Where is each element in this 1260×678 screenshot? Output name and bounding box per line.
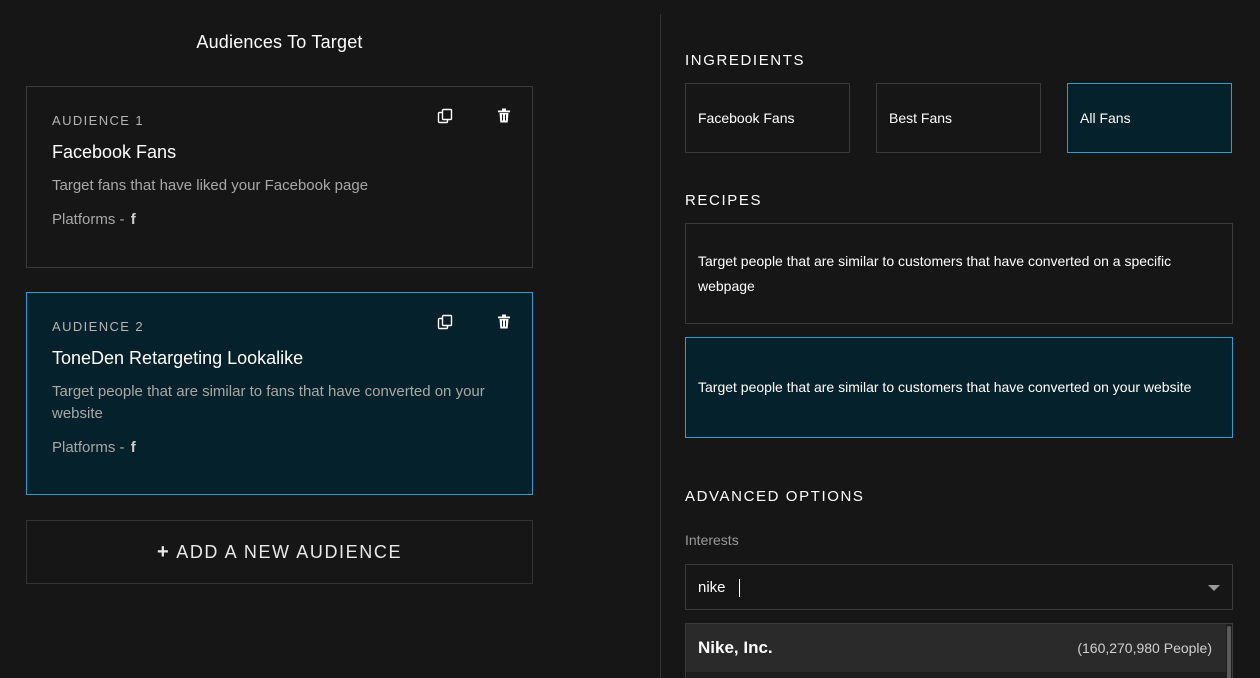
facebook-icon: f [130,439,136,456]
duplicate-icon[interactable] [437,314,455,332]
ingredients-heading: INGREDIENTS [685,52,806,69]
chevron-down-icon[interactable] [1208,585,1220,591]
platforms-label: Platforms - [52,439,125,456]
audience-label: AUDIENCE 1 [52,113,145,128]
plus-icon: + [156,540,171,563]
audience-builder-page: Audiences To Target AUDIENCE 1 Facebook … [0,0,1260,678]
audience-platforms: Platforms - f [52,439,136,456]
text-caret [739,579,740,597]
recipe-label: Target people that are similar to custom… [698,379,1192,395]
ingredient-best-fans[interactable]: Best Fans [876,83,1041,153]
dropdown-scrollbar[interactable] [1227,626,1231,678]
platforms-label: Platforms - [52,211,125,228]
audience-card-1[interactable]: AUDIENCE 1 Facebook Fans Target fans tha… [26,86,533,268]
audiences-title: Audiences To Target [196,32,363,52]
dropdown-option[interactable]: Nike, Inc. (160,270,980 People) [686,624,1226,672]
add-audience-button[interactable]: + ADD A NEW AUDIENCE [26,520,533,584]
option-audience-count: (160,270,980 People) [1077,640,1212,656]
advanced-options-heading: ADVANCED OPTIONS [685,488,865,505]
audience-title: Facebook Fans [52,142,177,162]
audience-label: AUDIENCE 2 [52,319,145,334]
recipe-specific-webpage[interactable]: Target people that are similar to custom… [685,223,1233,324]
audience-title: ToneDen Retargeting Lookalike [52,348,304,368]
trash-icon[interactable] [497,314,515,332]
audience-platforms: Platforms - f [52,211,136,228]
recipes-heading: RECIPES [685,192,763,209]
audience-description: Target people that are similar to fans t… [52,383,485,422]
add-audience-label: ADD A NEW AUDIENCE [176,541,403,562]
interests-input[interactable] [698,565,1178,609]
ingredient-all-fans[interactable]: All Fans [1067,83,1232,153]
facebook-icon: f [130,211,136,228]
audience-card-2[interactable]: AUDIENCE 2 ToneDen Retargeting Lookalike… [26,292,533,495]
column-divider [660,14,661,678]
interests-dropdown-menu: Nike, Inc. (160,270,980 People) [685,623,1233,678]
recipe-label: Target people that are similar to custom… [698,252,1172,294]
audience-description: Target fans that have liked your Faceboo… [52,177,369,194]
duplicate-icon[interactable] [437,108,455,126]
trash-icon[interactable] [497,108,515,126]
option-name: Nike, Inc. [698,638,773,657]
interests-select[interactable] [685,564,1233,610]
recipe-website[interactable]: Target people that are similar to custom… [685,337,1233,438]
ingredient-facebook-fans[interactable]: Facebook Fans [685,83,850,153]
interests-label: Interests [685,532,739,548]
